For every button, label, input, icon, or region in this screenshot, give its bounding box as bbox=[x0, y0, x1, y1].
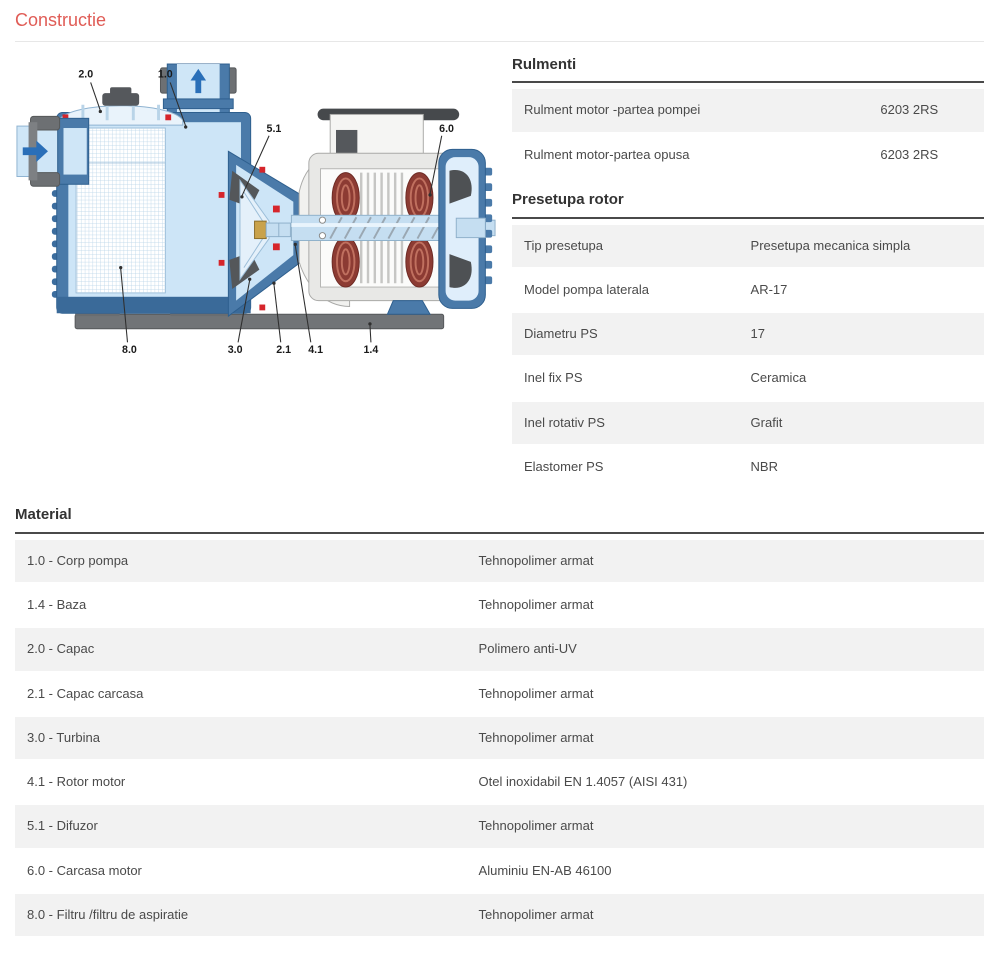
spec-label-cell: 8.0 - Filtru /filtru de aspiratie bbox=[15, 894, 467, 936]
spec-value-cell: Tehnopolimer armat bbox=[467, 584, 984, 626]
spec-value-cell: Polimero anti-UV bbox=[467, 628, 984, 670]
table-row: 1.4 - Baza Tehnopolimer armat bbox=[15, 584, 984, 626]
spec-label-cell: 4.1 - Rotor motor bbox=[15, 761, 467, 803]
table-row: 1.0 - Corp pompa Tehnopolimer armat bbox=[15, 540, 984, 582]
table-row: 5.1 - Difuzor Tehnopolimer armat bbox=[15, 805, 984, 847]
spec-label-cell: 1.0 - Corp pompa bbox=[15, 540, 467, 582]
spec-value-cell: Tehnopolimer armat bbox=[467, 717, 984, 759]
rulmenti-title: Rulmenti bbox=[512, 56, 984, 84]
spec-value-cell: 17 bbox=[739, 313, 984, 355]
rulmenti-table: Rulment motor -partea pompei 6203 2RS Ru… bbox=[512, 87, 984, 178]
spec-value-cell: Aluminiu EN-AB 46100 bbox=[467, 850, 984, 892]
diagram-label-5-1: 5.1 bbox=[267, 122, 282, 134]
spec-label-cell: 3.0 - Turbina bbox=[15, 717, 467, 759]
presetupa-table: Tip presetupa Presetupa mecanica simpla … bbox=[512, 223, 984, 491]
table-row: 3.0 - Turbina Tehnopolimer armat bbox=[15, 717, 984, 759]
page: Constructie bbox=[0, 0, 999, 958]
spec-value-cell: Tehnopolimer armat bbox=[467, 673, 984, 715]
inlet-port bbox=[17, 116, 89, 186]
table-row: Diametru PS 17 bbox=[512, 313, 984, 355]
top-area: 2.0 1.0 5.1 6.0 8.0 3.0 2.1 4.1 1.4 Rulm… bbox=[15, 56, 984, 491]
material-table: 1.0 - Corp pompa Tehnopolimer armat 1.4 … bbox=[15, 538, 984, 938]
shaft-hub bbox=[255, 221, 267, 238]
spec-label-cell: 2.1 - Capac carcasa bbox=[15, 673, 467, 715]
spec-label-cell: Inel rotativ PS bbox=[512, 402, 739, 444]
spec-value-cell: Tehnopolimer armat bbox=[467, 805, 984, 847]
table-row: 2.0 - Capac Polimero anti-UV bbox=[15, 628, 984, 670]
spec-label-cell: Diametru PS bbox=[512, 313, 739, 355]
motor-foot bbox=[387, 300, 430, 314]
table-row: 2.1 - Capac carcasa Tehnopolimer armat bbox=[15, 673, 984, 715]
table-row: Model pompa laterala AR-17 bbox=[512, 269, 984, 311]
title-divider bbox=[15, 41, 984, 42]
table-row: Tip presetupa Presetupa mecanica simpla bbox=[512, 225, 984, 267]
spec-value-cell: Grafit bbox=[739, 402, 984, 444]
lid-knob bbox=[102, 87, 139, 105]
spec-value-cell: AR-17 bbox=[739, 269, 984, 311]
right-column: Rulmenti Rulment motor -partea pompei 62… bbox=[512, 56, 984, 491]
diagram-label-1-0: 1.0 bbox=[158, 68, 173, 80]
spec-value-cell: 6203 2RS bbox=[868, 134, 984, 176]
presetupa-title: Presetupa rotor bbox=[512, 191, 984, 219]
spec-label-cell: 2.0 - Capac bbox=[15, 628, 467, 670]
spec-label-cell: 5.1 - Difuzor bbox=[15, 805, 467, 847]
spec-value-cell: Ceramica bbox=[739, 357, 984, 399]
diagram-label-1-4: 1.4 bbox=[364, 344, 379, 356]
table-row: Inel rotativ PS Grafit bbox=[512, 402, 984, 444]
diagram-label-2-0: 2.0 bbox=[78, 68, 93, 80]
motor-assembly bbox=[291, 108, 495, 314]
table-row: Rulment motor-partea opusa 6203 2RS bbox=[512, 134, 984, 176]
rulmenti-section: Rulmenti Rulment motor -partea pompei 62… bbox=[512, 56, 984, 178]
spec-value-cell: 6203 2RS bbox=[868, 89, 984, 131]
spec-value-cell: NBR bbox=[739, 446, 984, 488]
diagram-label-6-0: 6.0 bbox=[439, 122, 454, 134]
diagram-label-2-1: 2.1 bbox=[276, 344, 291, 356]
table-row: 8.0 - Filtru /filtru de aspiratie Tehnop… bbox=[15, 894, 984, 936]
page-title: Constructie bbox=[15, 10, 984, 32]
spec-label-cell: Elastomer PS bbox=[512, 446, 739, 488]
material-title: Material bbox=[15, 506, 984, 534]
diagram-label-8-0: 8.0 bbox=[122, 344, 137, 356]
spec-value-cell: Presetupa mecanica simpla bbox=[739, 225, 984, 267]
spec-label-cell: Rulment motor -partea pompei bbox=[512, 89, 868, 131]
material-section: Material 1.0 - Corp pompa Tehnopolimer a… bbox=[15, 506, 984, 938]
spec-label-cell: 1.4 - Baza bbox=[15, 584, 467, 626]
pump-diagram: 2.0 1.0 5.1 6.0 8.0 3.0 2.1 4.1 1.4 bbox=[15, 56, 497, 367]
spec-value-cell: Otel inoxidabil EN 1.4057 (AISI 431) bbox=[467, 761, 984, 803]
fan-cover bbox=[439, 149, 492, 308]
table-row: 4.1 - Rotor motor Otel inoxidabil EN 1.4… bbox=[15, 761, 984, 803]
spec-label-cell: Model pompa laterala bbox=[512, 269, 739, 311]
diagram-label-3-0: 3.0 bbox=[228, 344, 243, 356]
table-row: 6.0 - Carcasa motor Aluminiu EN-AB 46100 bbox=[15, 850, 984, 892]
spec-label-cell: Inel fix PS bbox=[512, 357, 739, 399]
presetupa-section: Presetupa rotor Tip presetupa Presetupa … bbox=[512, 191, 984, 490]
spec-label-cell: Tip presetupa bbox=[512, 225, 739, 267]
spec-value-cell: Tehnopolimer armat bbox=[467, 894, 984, 936]
table-row: Inel fix PS Ceramica bbox=[512, 357, 984, 399]
spec-label-cell: 6.0 - Carcasa motor bbox=[15, 850, 467, 892]
spec-label-cell: Rulment motor-partea opusa bbox=[512, 134, 868, 176]
diagram-label-4-1: 4.1 bbox=[308, 344, 323, 356]
spec-value-cell: Tehnopolimer armat bbox=[467, 540, 984, 582]
table-row: Rulment motor -partea pompei 6203 2RS bbox=[512, 89, 984, 131]
table-row: Elastomer PS NBR bbox=[512, 446, 984, 488]
pump-diagram-svg: 2.0 1.0 5.1 6.0 8.0 3.0 2.1 4.1 1.4 bbox=[15, 56, 497, 362]
